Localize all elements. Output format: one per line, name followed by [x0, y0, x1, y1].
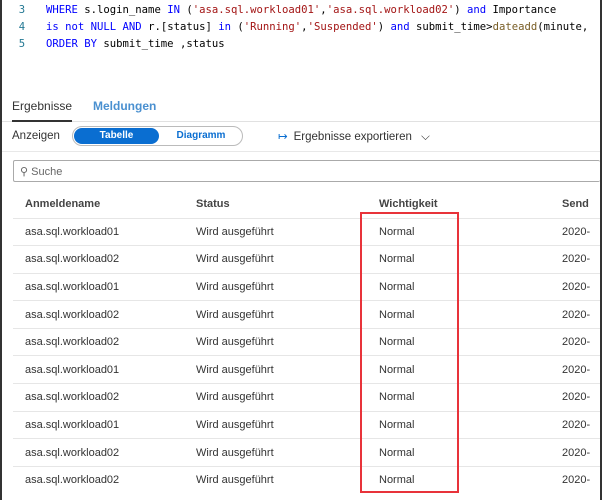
results-table: Anmeldename Status Wichtigkeit Send asa.…	[13, 190, 600, 494]
code-token: 'Running'	[243, 21, 302, 33]
code-token: is not NULL AND	[46, 21, 149, 33]
code-line: 3 WHERE s.login_name IN ('asa.sql.workloa…	[2, 2, 557, 19]
table-cell: asa.sql.workload01	[13, 272, 196, 301]
search-icon: ⚲	[20, 166, 29, 178]
table-cell: asa.sql.workload01	[13, 217, 196, 246]
table-cell: Wird ausgeführt	[196, 327, 377, 356]
view-toggle: Tabelle Diagramm	[72, 126, 243, 146]
table-row[interactable]: asa.sql.workload02 Wird ausgeführt Normal 2…	[13, 438, 600, 467]
table-row[interactable]: asa.sql.workload01 Wird ausgeführt Normal 2…	[13, 355, 600, 384]
code-token: and	[467, 4, 493, 16]
table-cell: Wird ausgeführt	[196, 300, 377, 329]
table-row[interactable]: asa.sql.workload01 Wird ausgeführt Normal 2…	[13, 410, 600, 439]
table-cell: Wird ausgeführt	[196, 465, 377, 494]
table-row[interactable]: asa.sql.workload01 Wird ausgeführt Normal 2…	[13, 272, 600, 301]
code-line: 4 is not NULL AND r.[status] in ('Running…	[2, 19, 588, 36]
table-view-button[interactable]: Tabelle	[74, 128, 159, 144]
table-cell: asa.sql.workload02	[13, 327, 196, 356]
table-row[interactable]: asa.sql.workload02 Wird ausgeführt Normal 2…	[13, 300, 600, 329]
table-cell: Wird ausgeführt	[196, 355, 377, 384]
table-cell: 2020-	[562, 410, 600, 439]
line-number: 4	[18, 21, 26, 33]
table-cell: asa.sql.workload02	[13, 438, 196, 467]
export-results-button[interactable]: ↦ Ergebnisse exportieren ⌵	[278, 129, 430, 144]
code-token: and	[390, 21, 417, 33]
table-cell: asa.sql.workload01	[13, 410, 196, 439]
sql-editor[interactable]: 3 WHERE s.login_name IN ('asa.sql.workloa…	[2, 0, 600, 62]
export-label: Ergebnisse exportieren	[293, 131, 412, 143]
tab-messages[interactable]: Meldungen	[93, 99, 156, 122]
table-cell: asa.sql.workload02	[13, 245, 196, 274]
code-token: submit_time>	[416, 21, 493, 33]
table-cell: Wird ausgeführt	[196, 272, 377, 301]
table-row[interactable]: asa.sql.workload01 Wird ausgeführt Normal 2…	[13, 217, 600, 246]
code-token: dateadd	[492, 21, 538, 33]
table-cell: Wird ausgeführt	[196, 383, 377, 412]
table-cell: 2020-	[562, 245, 600, 274]
code-token: 'asa.sql.workload02'	[326, 4, 455, 16]
highlight-box	[360, 212, 459, 493]
code-token: 'asa.sql.workload01'	[192, 4, 321, 16]
table-cell: 2020-	[562, 355, 600, 384]
table-row[interactable]: asa.sql.workload02 Wird ausgeführt Normal 2…	[13, 327, 600, 356]
table-cell: Wird ausgeführt	[196, 410, 377, 439]
search-input[interactable]: ⚲ Suche	[13, 160, 600, 182]
table-cell: asa.sql.workload02	[13, 383, 196, 412]
table-cell: asa.sql.workload01	[13, 355, 196, 384]
search-placeholder: Suche	[31, 166, 63, 178]
code-token: )	[377, 21, 391, 33]
code-token: s.login_name	[84, 4, 168, 16]
column-header-status[interactable]: Status	[196, 190, 377, 218]
chart-view-button[interactable]: Diagramm	[161, 128, 241, 144]
line-number: 3	[18, 4, 26, 16]
code-token: WHERE	[46, 4, 85, 16]
results-toolbar: Anzeigen Tabelle Diagramm ↦ Ergebnisse ex…	[2, 122, 600, 152]
table-row[interactable]: asa.sql.workload02 Wird ausgeführt Normal 2…	[13, 245, 600, 274]
table-cell: Wird ausgeführt	[196, 217, 377, 246]
table-cell: Wird ausgeführt	[196, 245, 377, 274]
code-token: in	[218, 21, 238, 33]
code-token: IN	[167, 4, 187, 16]
column-header-submit[interactable]: Send	[562, 190, 600, 218]
code-line: 5 ORDER BY submit_time ,status	[2, 36, 225, 53]
code-token: )	[454, 4, 468, 16]
table-cell: asa.sql.workload02	[13, 465, 196, 494]
line-number: 5	[18, 38, 26, 50]
table-cell: 2020-	[562, 217, 600, 246]
code-token: r.[status]	[148, 21, 219, 33]
table-cell: 2020-	[562, 300, 600, 329]
export-arrow-icon: ↦	[278, 131, 288, 143]
code-token: Importance	[492, 4, 557, 16]
table-row[interactable]: asa.sql.workload02 Wird ausgeführt Normal 2…	[13, 465, 600, 494]
table-cell: asa.sql.workload02	[13, 300, 196, 329]
tab-results[interactable]: Ergebnisse	[12, 99, 73, 122]
view-label: Anzeigen	[12, 130, 60, 142]
table-cell: 2020-	[562, 465, 600, 494]
table-cell: Wird ausgeführt	[196, 438, 377, 467]
code-token: submit_time ,status	[103, 38, 225, 50]
code-token: 'Suspended'	[307, 21, 378, 33]
table-row[interactable]: asa.sql.workload02 Wird ausgeführt Normal 2…	[13, 383, 600, 412]
table-cell: 2020-	[562, 383, 600, 412]
chevron-down-icon: ⌵	[421, 131, 430, 143]
table-cell: 2020-	[562, 438, 600, 467]
code-token: ORDER BY	[46, 38, 104, 50]
column-header-login[interactable]: Anmeldename	[13, 190, 196, 218]
results-tabs: Ergebnisse Meldungen	[2, 95, 600, 122]
table-cell: 2020-	[562, 272, 600, 301]
code-token: (minute,	[537, 21, 589, 33]
table-cell: 2020-	[562, 327, 600, 356]
